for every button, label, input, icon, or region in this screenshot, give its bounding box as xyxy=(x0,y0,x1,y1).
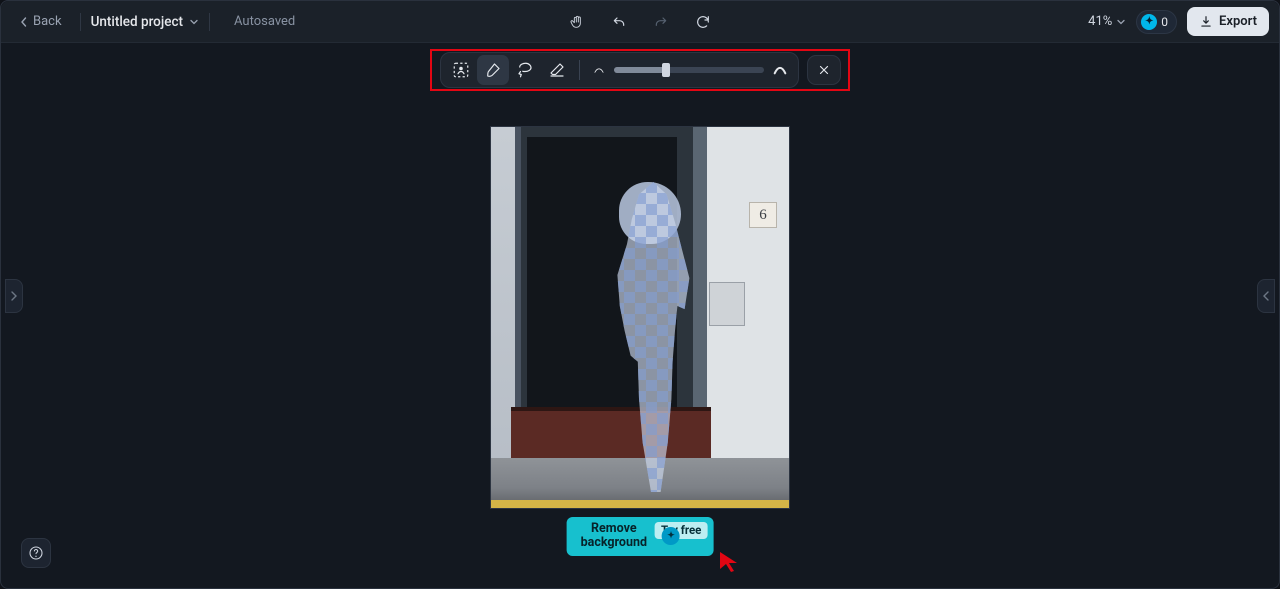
chevron-down-icon xyxy=(189,17,199,27)
help-icon xyxy=(28,545,44,561)
slider-thumb[interactable] xyxy=(662,63,670,77)
top-bar: Back Untitled project Autosaved 41 xyxy=(1,1,1279,43)
right-panel-handle[interactable] xyxy=(1257,279,1275,313)
zoom-dropdown[interactable]: 41% xyxy=(1088,14,1126,29)
image-house-number: 6 xyxy=(749,202,777,228)
separator xyxy=(80,13,81,31)
remove-bg-line2: background xyxy=(581,536,647,550)
topbar-center-controls xyxy=(563,8,717,36)
separator xyxy=(209,13,210,31)
remove-bg-label: Remove background xyxy=(581,522,647,551)
selection-toolbar xyxy=(440,52,799,88)
coin-icon: ✦ xyxy=(1141,14,1157,30)
redo-button[interactable] xyxy=(647,8,675,36)
large-stroke-icon xyxy=(772,62,788,78)
chevron-down-icon xyxy=(1116,17,1126,27)
project-title-dropdown[interactable]: Untitled project xyxy=(91,14,199,30)
help-button[interactable] xyxy=(21,538,51,568)
brush-size-slider[interactable] xyxy=(614,67,764,73)
back-button[interactable]: Back xyxy=(11,10,70,33)
credits-count: 0 xyxy=(1161,15,1168,29)
annotation-highlight-box xyxy=(430,49,850,91)
autosaved-label: Autosaved xyxy=(234,14,295,29)
close-toolbar-button[interactable] xyxy=(807,55,841,85)
back-label: Back xyxy=(33,14,62,29)
project-title-text: Untitled project xyxy=(91,14,183,30)
lasso-icon xyxy=(516,61,534,79)
redo-icon xyxy=(653,14,669,30)
export-button[interactable]: Export xyxy=(1187,7,1269,36)
chevron-left-icon xyxy=(1262,290,1270,302)
download-icon xyxy=(1199,15,1213,29)
selection-mask-overlay xyxy=(591,182,711,492)
coin-icon: ✦ xyxy=(662,527,680,545)
undo-icon xyxy=(611,14,627,30)
remove-background-button[interactable]: Remove background ✦ Try free xyxy=(567,517,714,556)
chevron-right-icon xyxy=(10,290,18,302)
left-panel-handle[interactable] xyxy=(5,279,23,313)
export-label: Export xyxy=(1219,14,1257,29)
canvas-image[interactable]: 6 xyxy=(490,126,790,509)
image-road-line xyxy=(491,500,789,508)
close-icon xyxy=(817,63,831,77)
mask-checker xyxy=(591,182,711,492)
hand-icon xyxy=(569,14,585,30)
person-detect-icon xyxy=(452,61,470,79)
separator xyxy=(579,60,580,80)
reset-button[interactable] xyxy=(689,8,717,36)
undo-button[interactable] xyxy=(605,8,633,36)
brush-icon xyxy=(484,61,502,79)
brush-tool[interactable] xyxy=(477,55,509,85)
eraser-icon xyxy=(548,61,566,79)
subject-detect-tool[interactable] xyxy=(445,55,477,85)
app-window: Back Untitled project Autosaved 41 xyxy=(0,0,1280,589)
annotation-arrow-icon xyxy=(717,549,741,573)
chevron-left-icon xyxy=(19,17,29,27)
refresh-icon xyxy=(695,14,711,30)
pan-hand-button[interactable] xyxy=(563,8,591,36)
image-panel xyxy=(709,282,745,326)
zoom-value: 41% xyxy=(1088,14,1112,29)
slider-fill xyxy=(614,67,667,73)
remove-bg-line1: Remove xyxy=(581,522,647,536)
topbar-right: 41% ✦ 0 Export xyxy=(1088,7,1269,36)
lasso-tool[interactable] xyxy=(509,55,541,85)
brush-size-control xyxy=(586,62,794,78)
small-stroke-icon xyxy=(592,63,606,77)
credits-pill[interactable]: ✦ 0 xyxy=(1136,10,1177,34)
eraser-tool[interactable] xyxy=(541,55,573,85)
